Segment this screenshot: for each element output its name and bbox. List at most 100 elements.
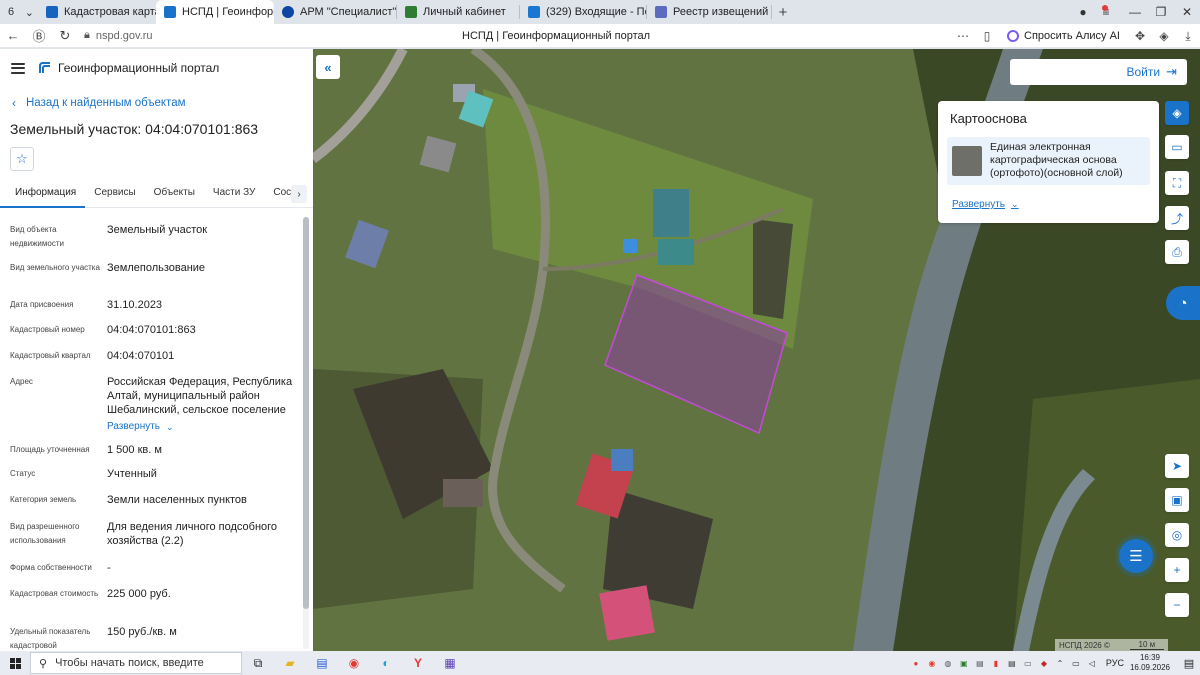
tray-app-icon[interactable]: ◍ [941, 651, 955, 675]
print-tool-button[interactable]: ⎙ [1165, 240, 1189, 264]
tab-label: Личный кабинет [423, 6, 506, 18]
url-field[interactable]: 🔒︎ nspd.gov.ru [84, 29, 153, 42]
yandex-browser-icon[interactable]: ◉ [338, 651, 370, 675]
back-to-results-link[interactable]: ‹ Назад к найденным объектам [12, 96, 186, 110]
registry-icon [655, 6, 667, 18]
scrollbar-thumb[interactable] [303, 217, 309, 609]
yandex-icon[interactable]: Ⓑ [26, 26, 52, 45]
basemap-layer-item[interactable]: Единая электронная картографическая осно… [947, 137, 1150, 185]
ask-alice-button[interactable]: Спросить Алису AI [999, 30, 1128, 42]
explorer-icon[interactable]: ▰ [274, 651, 306, 675]
lock-icon: 🔒︎ [84, 29, 90, 41]
tray-app-icon[interactable]: ◉ [925, 651, 939, 675]
notifications-icon[interactable]: ▤ [1179, 651, 1199, 675]
volume-icon[interactable]: ◁ [1085, 651, 1099, 675]
browser-tab-arm[interactable]: АРМ "Специалист" [274, 0, 396, 24]
network-icon[interactable]: ▭ [1069, 651, 1083, 675]
alice-label: Спросить Алису AI [1024, 30, 1120, 42]
login-button[interactable]: Войти ⇥ [1010, 59, 1187, 85]
ruler-tool-button[interactable]: ▭ [1165, 135, 1189, 159]
browser-tab-strip: 6 ⌄ Кадастровая карта Росс НСПД | Геоинф… [0, 0, 1200, 24]
attribute-key: Площадь уточненная [10, 445, 90, 454]
new-tab-button[interactable]: + [772, 4, 794, 21]
menu-icon[interactable]: ≡ [1096, 5, 1122, 19]
browser-tab-cabinet[interactable]: Личный кабинет [397, 0, 519, 24]
select-area-tool-button[interactable]: ⛶ [1165, 171, 1189, 195]
attribute-value: Учтенный [107, 468, 157, 480]
tray-app-icon[interactable]: ▮ [989, 651, 1003, 675]
scale-bar: 10 м [1129, 640, 1164, 650]
favorite-button[interactable]: ☆ [10, 147, 34, 171]
share-tool-button[interactable]: ⤴ [1165, 206, 1189, 230]
tray-app-icon[interactable]: ◆ [1037, 651, 1051, 675]
login-label: Войти [1126, 65, 1161, 79]
clock[interactable]: 16:39 16.09.2026 [1130, 653, 1170, 673]
nspd-icon [164, 6, 176, 18]
tray-app-icon[interactable]: ▭ [1021, 651, 1035, 675]
yandex-icon[interactable]: Y [402, 651, 434, 675]
browser-tab-nspd[interactable]: НСПД | Геоинформаци ✕ [156, 0, 274, 24]
tab-services[interactable]: Сервисы [85, 182, 144, 208]
download-icon[interactable]: ⤓ [1176, 29, 1200, 44]
search-icon: ⚲ [39, 657, 48, 670]
back-arrow-icon[interactable]: ← [0, 28, 26, 43]
tray-app-icon[interactable]: ● [909, 651, 923, 675]
navigation-arrow-icon: ➤ [1171, 459, 1183, 473]
browser-tab-cadastral-map[interactable]: Кадастровая карта Росс [38, 0, 156, 24]
expand-label: Развернуть [952, 199, 1006, 210]
tray-app-icon[interactable]: ▤ [973, 651, 987, 675]
taskbar-search[interactable]: ⚲ Чтобы начать поиск, введите [30, 652, 242, 674]
system-tray: ● ◉ ◍ ▣ ▤ ▮ ▤ ▭ ◆ ⌃ ▭ ◁ РУС 16:39 16.09.… [908, 651, 1200, 675]
attribute-key: Удельный показатель кадастровой [10, 627, 91, 650]
tray-app-icon[interactable]: ▣ [957, 651, 971, 675]
geo-target-button[interactable]: ◎ [1165, 523, 1189, 547]
more-icon[interactable]: ⋯ [951, 29, 975, 43]
tray-app-icon[interactable]: ▤ [1005, 651, 1019, 675]
layers-icon: ◈ [1172, 106, 1182, 120]
assistant-button[interactable]: ◔ [1166, 286, 1200, 320]
attribute-key: Вид разрешенного использования [10, 522, 80, 545]
app-icon[interactable]: ▦ [434, 651, 466, 675]
profile-icon[interactable]: ● [1070, 5, 1096, 19]
panel-scrollbar[interactable] [303, 217, 309, 649]
task-view-icon[interactable]: ⧉ [242, 651, 274, 675]
chevron-down-icon: ⌄ [166, 422, 174, 432]
minimize-button[interactable]: — [1122, 5, 1148, 19]
attribute-value: 150 руб./кв. м [107, 626, 177, 638]
language-indicator[interactable]: РУС [1106, 658, 1124, 668]
protect-icon[interactable]: ◈ [1152, 29, 1176, 43]
address-expand-link[interactable]: Развернуть ⌄ [107, 420, 174, 434]
attribute-value: 04:04:070101:863 [107, 324, 196, 336]
minimap-button[interactable]: ▣ [1165, 488, 1189, 512]
collapse-panel-button[interactable]: « [316, 55, 340, 79]
chevron-up-icon[interactable]: ⌃ [1053, 651, 1067, 675]
maximize-button[interactable]: ❐ [1148, 5, 1174, 19]
map-view[interactable]: « Войти ⇥ Картооснова Единая электронная… [313, 49, 1200, 651]
start-button[interactable] [0, 657, 30, 669]
reload-icon[interactable]: ↻ [52, 28, 78, 44]
tabs-scroll-right-button[interactable]: › [291, 185, 307, 203]
bookmark-icon[interactable]: ▯ [975, 29, 999, 43]
basemap-expand-link[interactable]: Развернуть ⌄ [952, 199, 1019, 210]
close-window-button[interactable]: ✕ [1174, 5, 1200, 19]
tab-counter[interactable]: 6 ⌄ [4, 3, 38, 21]
extensions-icon[interactable]: ✥ [1128, 29, 1152, 43]
zoom-in-button[interactable]: + [1165, 558, 1189, 582]
attribution-text: НСПД 2026 © [1059, 640, 1110, 650]
target-icon: ◎ [1171, 528, 1183, 542]
notepad-icon[interactable]: ▤ [306, 651, 338, 675]
hamburger-menu-icon[interactable] [11, 62, 25, 74]
locate-button[interactable]: ➤ [1165, 454, 1189, 478]
support-chat-button[interactable]: ☰ [1119, 539, 1153, 573]
attribute-key: Форма собственности [10, 563, 92, 572]
tab-objects[interactable]: Объекты [145, 182, 204, 208]
tab-information[interactable]: Информация [0, 182, 86, 208]
zoom-out-button[interactable]: − [1165, 593, 1189, 617]
browser-tab-registry[interactable]: Реестр извещений [647, 0, 771, 24]
layers-tool-button[interactable]: ◈ [1165, 101, 1189, 125]
browser-tab-mail[interactable]: (329) Входящие - Почта М [520, 0, 646, 24]
edge-icon[interactable]: ◐ [370, 651, 402, 675]
tab-parcel-parts[interactable]: Части ЗУ [204, 182, 264, 208]
basemap-header: Картооснова [950, 111, 1027, 126]
clock-date: 16.09.2026 [1129, 663, 1170, 672]
